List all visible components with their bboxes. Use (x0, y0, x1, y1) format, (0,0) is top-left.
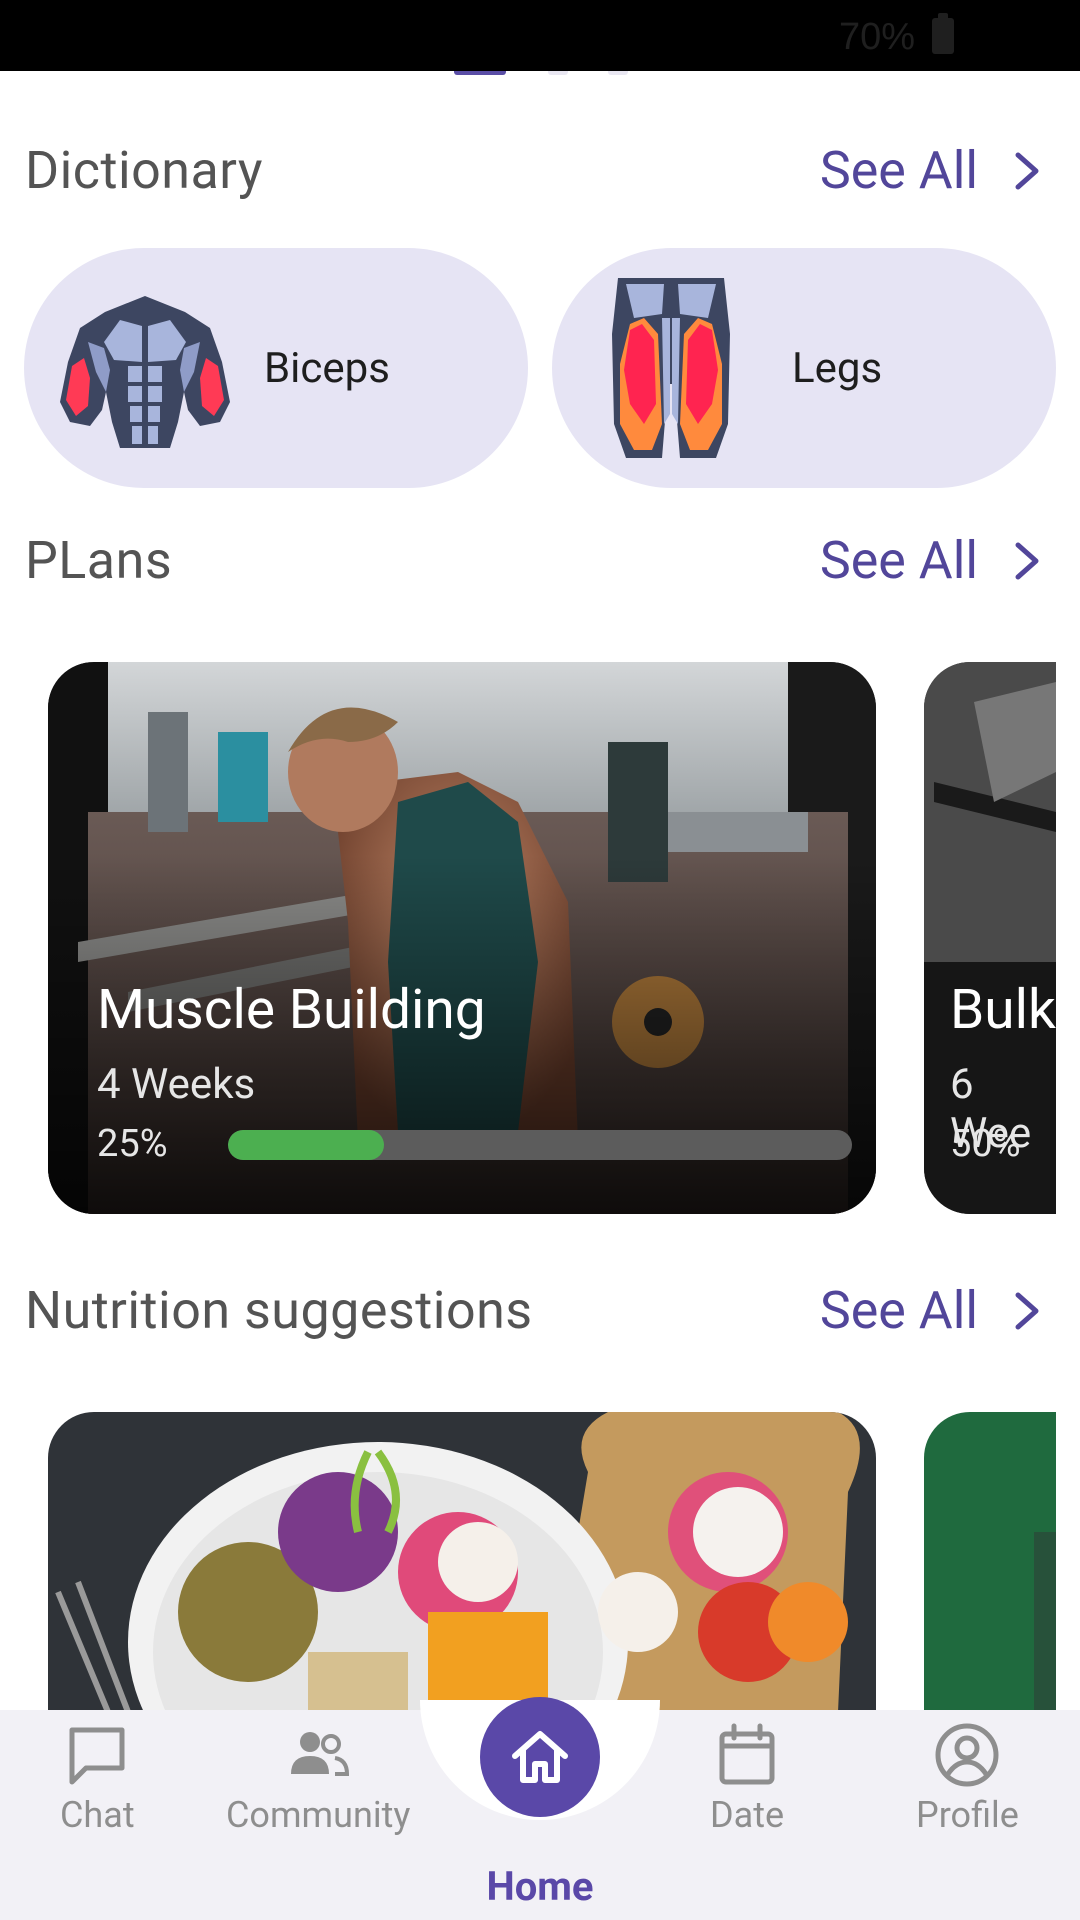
nav-item-home-label: Home (486, 1863, 594, 1910)
page-indicator-dot-active (454, 71, 506, 75)
nutrition-card-bowl[interactable] (48, 1412, 876, 1712)
chevron-right-icon (1015, 542, 1039, 579)
nav-item-label: Chat (60, 1794, 135, 1836)
biceps-muscle-icon (60, 296, 230, 448)
plan-card-bulk[interactable]: Bulk 6 Wee 50% (924, 662, 1056, 1214)
home-icon (512, 1731, 568, 1783)
calendar-icon (719, 1723, 775, 1785)
food-photo (48, 1412, 876, 1712)
chevron-right-icon (1015, 152, 1039, 189)
page-indicator-dot (608, 71, 628, 75)
plan-card-muscle-building[interactable]: Muscle Building 4 Weeks 25% (48, 662, 876, 1214)
plan-progress-bar (228, 1130, 852, 1160)
community-icon (291, 1732, 350, 1776)
plan-title: Muscle Building (97, 978, 486, 1042)
see-all-label: See All (819, 140, 978, 201)
profile-icon (935, 1723, 999, 1787)
status-bar: 70% (0, 0, 1080, 71)
nav-item-label: Profile (916, 1794, 1019, 1836)
dictionary-card-label: Legs (792, 343, 883, 393)
nav-item-chat[interactable]: Chat (60, 1722, 135, 1836)
battery-percentage: 70% (838, 16, 915, 58)
plans-title: PLans (25, 530, 173, 591)
plans-see-all-button[interactable]: See All (820, 530, 1048, 591)
nav-item-home[interactable] (480, 1697, 600, 1817)
nutrition-title: Nutrition suggestions (25, 1280, 533, 1341)
legs-muscle-icon (612, 278, 730, 458)
dictionary-card-legs[interactable]: Legs (552, 248, 1056, 488)
dictionary-title: Dictionary (25, 140, 263, 201)
plan-title: Bulk (950, 978, 1056, 1042)
battery-icon (932, 13, 954, 54)
chat-icon (69, 1727, 125, 1785)
nav-item-label: Date (710, 1794, 785, 1836)
plan-progress-fill (228, 1130, 384, 1160)
nav-item-label: Community (226, 1794, 411, 1836)
see-all-label: See All (819, 530, 978, 591)
nav-item-community[interactable]: Community (226, 1722, 410, 1836)
see-all-label: See All (819, 1280, 978, 1341)
dictionary-see-all-button[interactable]: See All (820, 140, 1048, 201)
food-photo (924, 1412, 1056, 1712)
page-indicator-dot (548, 71, 568, 75)
nutrition-card-drink[interactable] (924, 1412, 1056, 1712)
nutrition-see-all-button[interactable]: See All (820, 1280, 1048, 1341)
plan-duration: 4 Weeks (97, 1060, 256, 1109)
dictionary-card-label: Biceps (264, 343, 390, 393)
nav-item-date[interactable]: Date (710, 1722, 784, 1836)
page-indicator (0, 71, 1080, 77)
plan-progress-label: 50% (950, 1122, 1021, 1166)
nav-item-profile[interactable]: Profile (916, 1722, 1019, 1836)
plan-progress-label: 25% (97, 1122, 168, 1166)
chevron-right-icon (1015, 1292, 1039, 1329)
dictionary-card-biceps[interactable]: Biceps (24, 248, 528, 488)
